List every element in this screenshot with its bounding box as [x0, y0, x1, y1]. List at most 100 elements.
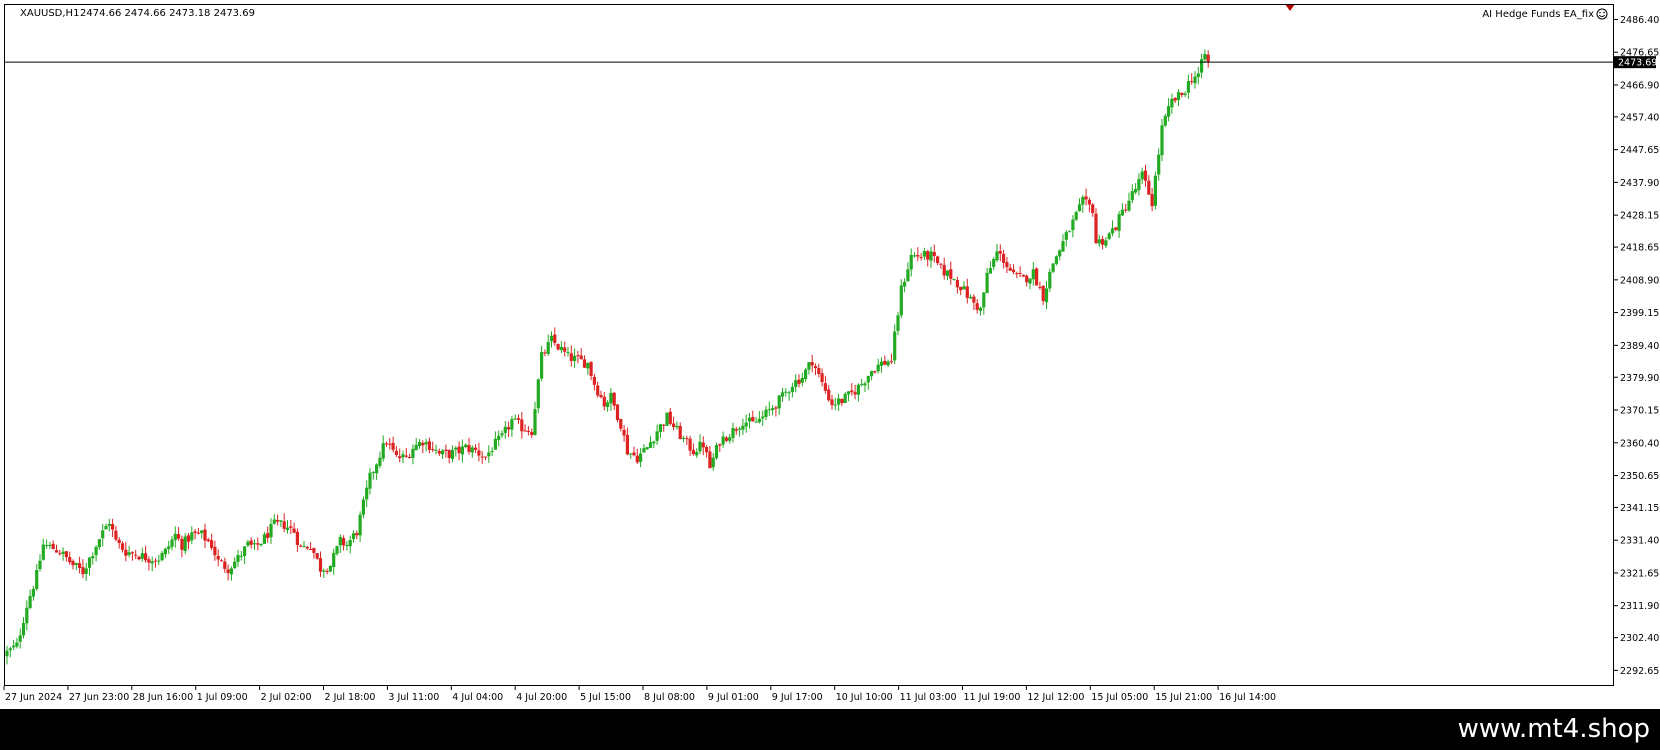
candle-bull — [1196, 73, 1200, 78]
candle-bull — [279, 520, 283, 522]
x-tick-label: 15 Jul 05:00 — [1091, 692, 1148, 703]
candle-bear — [71, 561, 75, 566]
candle-bull — [104, 525, 108, 530]
candle-bull — [239, 555, 243, 557]
candle-bear — [130, 552, 134, 554]
plot-area — [4, 4, 1614, 686]
candle-bull — [728, 437, 732, 441]
y-tick-label: 2486.40 — [1620, 15, 1659, 26]
candle-bull — [876, 364, 880, 372]
candle-bear — [249, 540, 253, 545]
candle-bear — [256, 543, 260, 545]
candle-bear — [635, 455, 639, 463]
y-tick-label: 2370.15 — [1620, 406, 1659, 417]
candle-bull — [896, 315, 900, 331]
candle-bear — [1150, 194, 1154, 207]
candle-bear — [850, 390, 854, 393]
candle-bear — [691, 450, 695, 455]
candle-bear — [827, 389, 831, 401]
candle-bull — [338, 537, 342, 546]
y-tick-label: 2466.90 — [1620, 80, 1659, 91]
candle-bull — [777, 395, 781, 409]
candle-bear — [556, 344, 560, 350]
candle-bull — [856, 384, 860, 395]
candle-bull — [1163, 115, 1167, 126]
candle-bear — [718, 444, 722, 446]
candle-bear — [1015, 273, 1019, 275]
candle-bull — [1064, 232, 1068, 240]
candle-bear — [180, 538, 184, 550]
candle-bull — [658, 424, 662, 433]
candle-bull — [269, 524, 273, 538]
candle-bear — [873, 371, 877, 373]
candle-bull — [487, 452, 491, 457]
candle-bull — [163, 548, 167, 555]
candle-bear — [144, 553, 148, 561]
candle-bull — [1081, 197, 1085, 205]
candle-bull — [5, 650, 9, 657]
x-tick-label: 2 Jul 02:00 — [261, 692, 312, 703]
candle-bull — [285, 527, 290, 531]
candle-bear — [480, 456, 484, 458]
candle-bear — [437, 451, 441, 454]
candle-bear — [589, 362, 593, 376]
candle-bull — [170, 539, 174, 547]
candle-bull — [1044, 288, 1049, 303]
x-tick-label: 5 Jul 15:00 — [580, 692, 631, 703]
candle-bear — [998, 251, 1002, 254]
candle-bull — [833, 404, 837, 406]
candle-bear — [612, 392, 616, 406]
candle-bull — [738, 428, 742, 430]
candle-bear — [447, 450, 451, 458]
candle-bull — [12, 645, 16, 648]
candle-bear — [965, 286, 969, 298]
candle-bear — [305, 546, 309, 549]
candle-bull — [361, 499, 365, 515]
candle-bull — [378, 457, 382, 466]
price-chart[interactable]: 2486.402476.652466.902457.402447.652437.… — [0, 0, 1660, 709]
candle-bull — [945, 270, 950, 276]
ea-name-label[interactable]: AI Hedge Funds EA_fix — [1482, 9, 1594, 20]
candle-bear — [153, 560, 158, 562]
x-tick-label: 4 Jul 20:00 — [516, 692, 567, 703]
candle-bull — [1077, 204, 1082, 212]
candle-bear — [530, 431, 534, 436]
candle-bull — [1186, 81, 1190, 93]
candle-bull — [1153, 175, 1157, 206]
candle-bear — [196, 532, 200, 534]
candle-bear — [932, 251, 936, 256]
candle-bull — [639, 453, 643, 462]
candle-bull — [246, 541, 250, 546]
candle-bull — [493, 438, 497, 450]
candle-bear — [820, 373, 824, 383]
candle-bull — [681, 437, 686, 439]
candle-bear — [1011, 269, 1016, 273]
candle-bear — [421, 442, 425, 446]
candle-bear — [520, 419, 524, 432]
candle-bull — [988, 268, 992, 274]
candle-bull — [401, 454, 405, 458]
candle-bull — [982, 292, 986, 308]
x-axis: 27 Jun 2024 27 Jun 23:00 28 Jun 16:00 1 Jul… — [3, 686, 1276, 703]
candle-bull — [45, 545, 49, 547]
candle-bull — [1107, 233, 1111, 240]
candle-bear — [596, 385, 600, 396]
y-axis: 2486.402476.652466.902457.402447.652437.… — [1614, 15, 1659, 677]
candle-bear — [569, 353, 573, 361]
candle-bear — [384, 443, 389, 445]
candle-bear — [751, 417, 755, 422]
candle-bear — [226, 569, 230, 574]
candle-bull — [1071, 219, 1075, 231]
candle-bear — [1002, 253, 1006, 263]
candle-bull — [804, 369, 808, 380]
candle-bear — [474, 447, 478, 450]
candle-bull — [259, 543, 263, 546]
x-tick-label: 16 Jul 14:00 — [1219, 692, 1276, 703]
y-tick-label: 2302.40 — [1620, 633, 1659, 644]
candle-bear — [949, 269, 953, 279]
candle-bull — [1160, 125, 1164, 156]
candle-bull — [229, 568, 233, 575]
candle-bull — [922, 251, 926, 257]
candle-bull — [127, 552, 131, 555]
candle-bull — [74, 562, 78, 565]
